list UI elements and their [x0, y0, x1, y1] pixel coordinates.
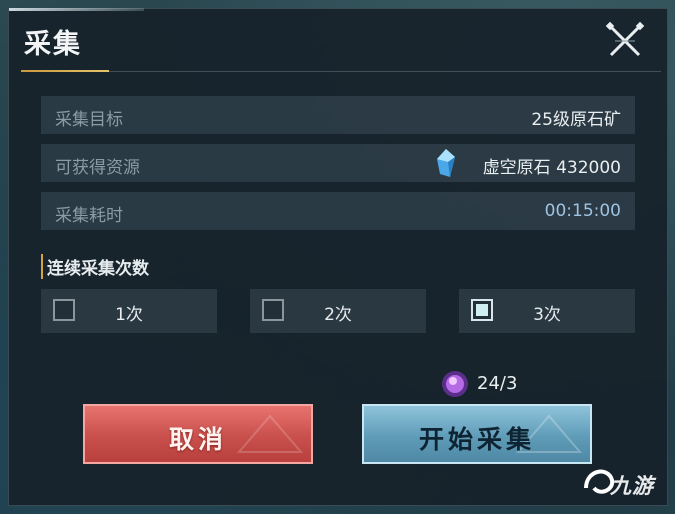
- repeat-count-title: 连续采集次数: [41, 254, 149, 279]
- repeat-option-label: 2次: [324, 305, 352, 325]
- watermark-text: 九游: [610, 474, 654, 498]
- repeat-option-3[interactable]: 3次: [459, 289, 635, 333]
- repeat-option-1[interactable]: 1次: [41, 289, 217, 333]
- info-row-target: 采集目标 25级原石矿: [41, 96, 635, 134]
- gather-dialog: 采集 采集目标 25级原石矿 可获得资源 虚空原石 432000 采集耗时 00…: [8, 8, 668, 506]
- close-icon: [605, 21, 645, 57]
- close-button[interactable]: [605, 21, 645, 61]
- resource-label: 可获得资源: [55, 158, 140, 178]
- stamina-cost-text: 24/3: [477, 373, 518, 394]
- repeat-option-label: 1次: [115, 305, 143, 325]
- panel-top-accent: [9, 8, 144, 11]
- cancel-button[interactable]: 取消: [83, 404, 313, 464]
- crystal-icon: [437, 149, 455, 177]
- info-row-resource: 可获得资源 虚空原石 432000: [41, 144, 635, 182]
- info-row-duration: 采集耗时 00:15:00: [41, 192, 635, 230]
- resource-value: 虚空原石 432000: [482, 158, 621, 178]
- target-value: 25级原石矿: [531, 110, 621, 130]
- energy-orb-icon: [442, 371, 468, 397]
- start-gather-button[interactable]: 开始采集: [362, 404, 592, 464]
- dialog-title: 采集: [24, 29, 82, 60]
- start-gather-button-label: 开始采集: [418, 425, 535, 454]
- title-underline: [21, 70, 109, 72]
- cancel-button-label: 取消: [168, 425, 227, 454]
- target-label: 采集目标: [55, 110, 123, 130]
- header-divider: [109, 71, 661, 72]
- repeat-option-label: 3次: [533, 305, 561, 325]
- repeat-option-2[interactable]: 2次: [250, 289, 426, 333]
- duration-value: 00:15:00: [544, 201, 621, 221]
- duration-label: 采集耗时: [55, 206, 123, 226]
